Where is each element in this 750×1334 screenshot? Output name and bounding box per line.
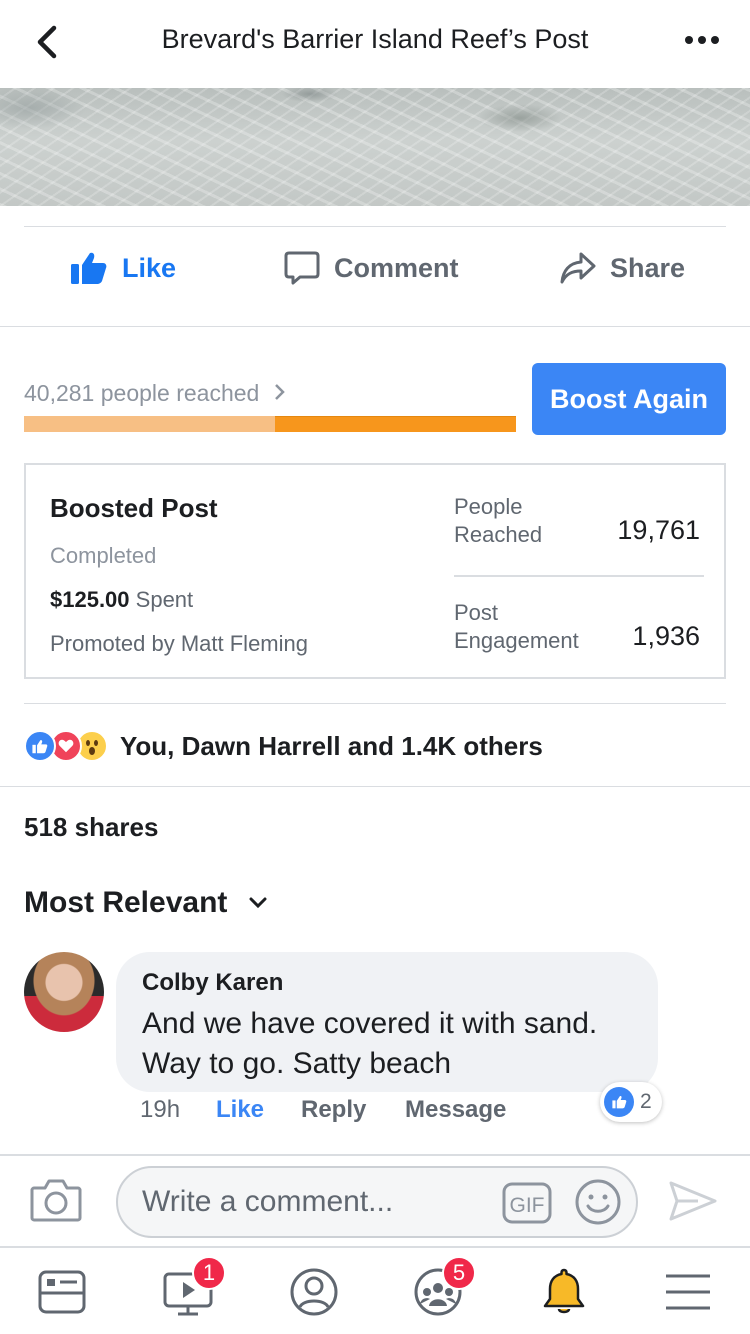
hamburger-menu-icon (666, 1274, 710, 1310)
share-arrow-icon (560, 252, 596, 284)
gif-icon[interactable]: GIF (502, 1182, 552, 1224)
camera-icon[interactable] (30, 1178, 82, 1222)
like-button[interactable]: Like (70, 246, 176, 290)
amount-spent: $125.00 Spent (50, 587, 193, 613)
comment-reaction-count: 2 (640, 1090, 652, 1113)
tab-watch[interactable]: 1 (162, 1256, 226, 1318)
reactions-summary[interactable]: You, Dawn Harrell and 1.4K others (24, 728, 543, 764)
divider (0, 786, 750, 787)
spent-amount: $125.00 (50, 587, 130, 612)
comment-reply-link[interactable]: Reply (301, 1096, 366, 1124)
promoted-by: Promoted by Matt Fleming (50, 631, 308, 656)
boost-status: Completed (50, 543, 157, 568)
spent-label: Spent (135, 587, 194, 612)
thumbs-up-icon (71, 252, 107, 284)
shares-count[interactable]: 518 shares (24, 812, 158, 843)
post-photo[interactable] (0, 88, 750, 206)
divider (0, 326, 750, 327)
send-icon[interactable] (668, 1180, 718, 1222)
like-reaction-icon (604, 1087, 634, 1117)
like-label: Like (122, 252, 177, 283)
comment-input[interactable] (142, 1184, 482, 1220)
boosted-post-card[interactable]: Boosted Post Completed $125.00 Spent Pro… (24, 463, 726, 679)
reach-progress-fill (274, 416, 516, 432)
bottom-tab-bar: 1 5 (0, 1246, 750, 1334)
emoji-icon[interactable] (574, 1178, 622, 1226)
tab-notifications[interactable] (538, 1266, 590, 1318)
people-reached-label: People Reached (454, 494, 543, 547)
comment-text: And we have covered it with sand. Way to… (142, 1007, 598, 1080)
people-reached-text: 40,281 people reached (24, 380, 260, 406)
post-engagement-value: 1,936 (632, 621, 700, 651)
comment-reaction-pill[interactable]: 2 (600, 1082, 662, 1122)
header-bar: Brevard's Barrier Island Reef’s Post (0, 0, 750, 88)
tab-news-feed[interactable] (36, 1266, 88, 1318)
gif-label: GIF (510, 1194, 545, 1217)
comment-timestamp: 19h (140, 1096, 181, 1123)
people-reached-value: 19,761 (617, 515, 700, 545)
comment-bubble-icon (284, 251, 320, 285)
reactions-text: You, Dawn Harrell and 1.4K others (120, 730, 543, 761)
comment-composer: GIF (0, 1154, 750, 1246)
card-divider (454, 575, 704, 577)
watch-notification-badge: 1 (192, 1256, 226, 1290)
page-title: Brevard's Barrier Island Reef’s Post (161, 24, 589, 54)
news-feed-icon (38, 1270, 86, 1314)
comment-bubble[interactable]: Colby Karen And we have covered it with … (116, 952, 658, 1092)
share-button[interactable]: Share (560, 246, 685, 290)
bell-icon (543, 1268, 585, 1314)
comment-input-box[interactable]: GIF (116, 1166, 638, 1238)
groups-notification-badge: 5 (442, 1256, 476, 1290)
like-reaction-icon (24, 730, 56, 762)
reach-progress-bar (24, 416, 516, 432)
comment-label: Comment (334, 252, 459, 283)
tab-groups[interactable]: 5 (412, 1256, 476, 1318)
divider (24, 226, 726, 227)
card-title: Boosted Post (50, 493, 218, 523)
comment-author[interactable]: Colby Karen (142, 969, 283, 997)
comment-like-link[interactable]: Like (216, 1096, 264, 1124)
tab-profile[interactable] (288, 1266, 340, 1318)
tab-menu[interactable] (662, 1266, 714, 1318)
profile-icon (290, 1268, 338, 1316)
more-dots-icon[interactable] (684, 32, 720, 48)
comment-button[interactable]: Comment (284, 246, 459, 290)
comment-message-link[interactable]: Message (405, 1096, 506, 1124)
people-reached-link[interactable]: 40,281 people reached (24, 380, 286, 407)
post-engagement-label: Post Engagement (454, 600, 579, 653)
chevron-down-icon (249, 897, 267, 909)
commenter-avatar[interactable] (24, 952, 104, 1032)
chevron-right-icon (274, 384, 285, 400)
share-label: Share (610, 252, 686, 283)
comment-sort-dropdown[interactable]: Most Relevant (24, 886, 267, 920)
divider (24, 703, 726, 704)
sort-label: Most Relevant (24, 886, 228, 919)
boost-again-button[interactable]: Boost Again (532, 363, 726, 435)
